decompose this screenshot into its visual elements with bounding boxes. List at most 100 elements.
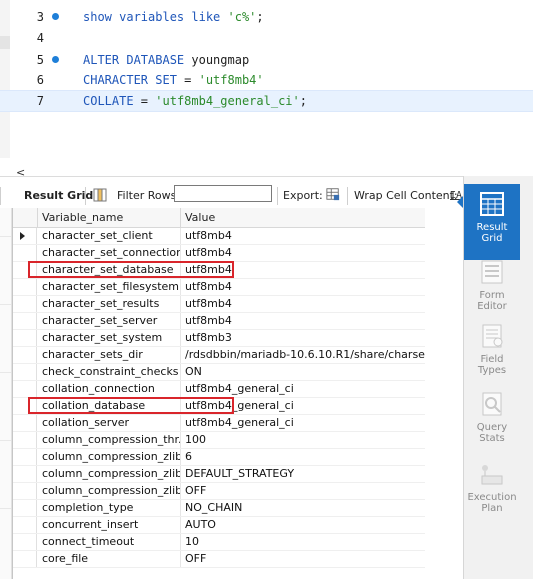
cell-variable-name[interactable]: character_set_server <box>38 313 181 329</box>
row-indicator[interactable] <box>13 296 37 312</box>
code-line[interactable]: 5 ALTER DATABASE youngmap <box>0 49 533 71</box>
row-indicator[interactable] <box>13 449 37 465</box>
table-row[interactable]: character_set_server utf8mb4 <box>13 313 425 330</box>
cell-variable-name[interactable]: collation_database <box>38 398 181 414</box>
cell-value[interactable]: AUTO <box>181 517 425 533</box>
row-indicator[interactable] <box>13 347 37 363</box>
table-row[interactable]: character_set_filesystem utf8mb4 <box>13 279 425 296</box>
table-row[interactable]: concurrent_insert AUTO <box>13 517 425 534</box>
cell-value[interactable]: utf8mb4 <box>181 245 425 261</box>
code-line[interactable]: 7 COLLATE = 'utf8mb4_general_ci'; <box>0 90 533 112</box>
cell-value[interactable]: utf8mb4 <box>181 296 425 312</box>
row-indicator[interactable] <box>13 330 37 346</box>
table-row[interactable]: collation_server utf8mb4_general_ci <box>13 415 425 432</box>
row-indicator[interactable] <box>13 415 37 431</box>
table-row[interactable]: character_set_connection utf8mb4 <box>13 245 425 262</box>
table-row[interactable]: core_file OFF <box>13 551 425 568</box>
cell-value[interactable]: utf8mb4 <box>181 262 425 278</box>
side-button-execution-plan[interactable]: Execution Plan <box>464 460 520 514</box>
side-button-result-grid[interactable]: Result Grid <box>464 184 520 260</box>
cell-variable-name[interactable]: character_set_filesystem <box>38 279 181 295</box>
cell-variable-name[interactable]: column_compression_zlib... <box>38 449 181 465</box>
row-indicator[interactable] <box>13 245 37 261</box>
cell-variable-name[interactable]: character_set_results <box>38 296 181 312</box>
cell-variable-name[interactable]: column_compression_zlib... <box>38 483 181 499</box>
column-header-variable-name[interactable]: Variable_name <box>38 208 181 227</box>
statement-marker-icon[interactable] <box>52 56 59 63</box>
cell-value[interactable]: utf8mb4 <box>181 313 425 329</box>
cell-variable-name[interactable]: character_set_client <box>38 228 181 244</box>
table-row[interactable]: column_compression_zlib... OFF <box>13 483 425 500</box>
table-row[interactable]: connect_timeout 10 <box>13 534 425 551</box>
cell-variable-name[interactable]: character_set_connection <box>38 245 181 261</box>
cell-value[interactable]: OFF <box>181 483 425 499</box>
cell-variable-name[interactable]: character_set_system <box>38 330 181 346</box>
cell-variable-name[interactable]: completion_type <box>38 500 181 516</box>
cell-variable-name[interactable]: connect_timeout <box>38 534 181 550</box>
row-indicator[interactable] <box>13 551 37 567</box>
cell-variable-name[interactable]: collation_server <box>38 415 181 431</box>
cell-value[interactable]: utf8mb4 <box>181 279 425 295</box>
row-indicator[interactable] <box>13 313 37 329</box>
row-indicator[interactable] <box>13 228 37 244</box>
cell-value[interactable]: OFF <box>181 551 425 567</box>
cell-value[interactable]: 6 <box>181 449 425 465</box>
cell-variable-name[interactable]: column_compression_zlib... <box>38 466 181 482</box>
table-row[interactable]: column_compression_zlib... DEFAULT_STRATE… <box>13 466 425 483</box>
cell-variable-name[interactable]: character_set_database <box>38 262 181 278</box>
cell-variable-name[interactable]: column_compression_thr... <box>38 432 181 448</box>
editor-scroll-left-icon[interactable]: < <box>16 166 25 179</box>
side-button-query-stats[interactable]: Query Stats <box>464 390 520 444</box>
code-line[interactable]: 6 CHARACTER SET = 'utf8mb4' <box>0 69 533 91</box>
row-indicator[interactable] <box>13 483 37 499</box>
side-button-field-types[interactable]: Field Types <box>464 322 520 376</box>
side-button-form-editor[interactable]: Form Editor <box>464 258 520 312</box>
row-indicator[interactable] <box>13 398 37 414</box>
export-icon[interactable] <box>326 187 340 201</box>
cell-variable-name[interactable]: character_sets_dir <box>38 347 181 363</box>
cell-value[interactable]: NO_CHAIN <box>181 500 425 516</box>
statement-marker-icon[interactable] <box>52 13 59 20</box>
table-row[interactable]: collation_database utf8mb4_general_ci <box>13 398 425 415</box>
table-row[interactable]: character_sets_dir/rdsdbbin/mariadb-10.6… <box>13 347 425 364</box>
sql-editor[interactable]: 3 show variables like 'c%'; 4 5 ALTER DATABA… <box>0 0 533 158</box>
cell-value[interactable]: utf8mb3 <box>181 330 425 346</box>
cell-value[interactable]: DEFAULT_STRATEGY <box>181 466 425 482</box>
cell-value[interactable]: 10 <box>181 534 425 550</box>
row-indicator[interactable] <box>13 500 37 516</box>
row-indicator[interactable] <box>13 381 37 397</box>
cell-value[interactable]: utf8mb4_general_ci <box>181 381 425 397</box>
cell-variable-name[interactable]: check_constraint_checks <box>38 364 181 380</box>
table-row[interactable]: character_set_database utf8mb4 <box>13 262 425 279</box>
cell-value[interactable]: utf8mb4 <box>181 228 425 244</box>
cell-value[interactable]: ON <box>181 364 425 380</box>
row-indicator[interactable] <box>13 262 37 278</box>
table-row[interactable]: column_compression_thr... 100 <box>13 432 425 449</box>
row-indicator[interactable] <box>13 517 37 533</box>
cell-variable-name[interactable]: collation_connection <box>38 381 181 397</box>
cell-variable-name[interactable]: concurrent_insert <box>38 517 181 533</box>
cell-value[interactable]: 100 <box>181 432 425 448</box>
row-indicator[interactable] <box>13 432 37 448</box>
result-grid[interactable]: Variable_name Value character_set_client… <box>12 208 425 579</box>
cell-value[interactable]: utf8mb4_general_ci <box>181 415 425 431</box>
table-row[interactable]: character_set_client utf8mb4 <box>13 228 425 245</box>
row-indicator[interactable] <box>13 364 37 380</box>
code-line[interactable]: 4 <box>0 27 533 49</box>
table-row[interactable]: collation_connection utf8mb4_general_ci <box>13 381 425 398</box>
filter-rows-input[interactable] <box>174 185 272 202</box>
table-row[interactable]: completion_type NO_CHAIN <box>13 500 425 517</box>
table-row[interactable]: character_set_results utf8mb4 <box>13 296 425 313</box>
result-grid-tab[interactable]: Result Grid <box>24 188 93 204</box>
row-indicator[interactable] <box>13 279 37 295</box>
row-indicator[interactable] <box>13 534 37 550</box>
code-line[interactable]: 3 show variables like 'c%'; <box>0 6 533 28</box>
column-header-value[interactable]: Value <box>181 208 425 227</box>
cell-value[interactable]: utf8mb4_general_ci <box>181 398 425 414</box>
cell-variable-name[interactable]: core_file <box>38 551 181 567</box>
row-indicator[interactable] <box>13 466 37 482</box>
table-row[interactable]: column_compression_zlib... 6 <box>13 449 425 466</box>
panel-collapse-icon[interactable] <box>457 196 463 208</box>
cell-value[interactable]: /rdsdbbin/mariadb-10.6.10.R1/share/chars… <box>181 347 425 363</box>
grid-layout-icon[interactable] <box>93 188 107 202</box>
